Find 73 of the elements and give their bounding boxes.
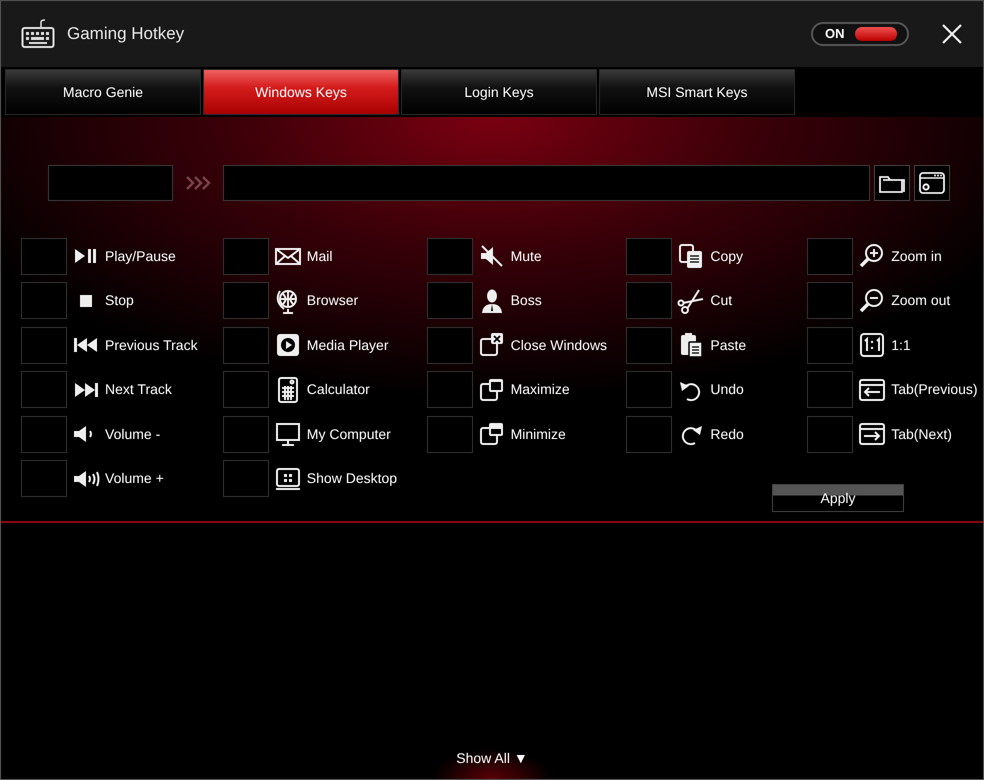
tab[interactable]: Login Keys [401,69,597,115]
key-label: Media Player [306,336,388,355]
tab[interactable]: Windows Keys [203,69,399,115]
key-label: Volume - [105,424,160,444]
key-label: Paste [710,336,746,355]
key-slot[interactable] [626,416,672,453]
key-label: Mail [306,246,332,266]
apply-button[interactable]: Apply [772,484,904,512]
key-label: Maximize [510,380,570,400]
keyboard-icon [21,19,55,49]
key-slot[interactable] [807,238,854,274]
show-all-button[interactable]: Show All ▼ [456,748,528,779]
key-label: Close Windows [510,336,608,355]
key-slot[interactable] [426,326,473,364]
power-toggle[interactable]: ON [811,22,909,46]
key-label: Zoom out [891,291,950,310]
key-slot[interactable] [426,282,473,320]
key-slot[interactable] [21,238,67,274]
scissors-icon [677,286,706,315]
key-slot[interactable] [807,282,854,320]
key-label: Cut [710,291,732,310]
key-label: Browser [306,291,358,310]
window-title: Gaming Hotkey [67,23,184,46]
key-label: Calculator [306,380,370,400]
key-slot[interactable] [222,416,269,453]
folder-button[interactable] [874,165,910,201]
key-slot[interactable] [426,238,473,274]
close-button[interactable] [941,22,963,46]
key-slot[interactable] [21,326,67,364]
key-slot[interactable] [21,460,67,498]
monitor-icon [274,420,302,448]
action-field[interactable] [223,165,870,201]
key-label: Undo [710,380,744,400]
key-label: Copy [710,246,744,266]
hotkey-field[interactable] [48,165,173,201]
key-slot[interactable] [626,282,672,320]
key-slot[interactable] [807,416,854,453]
actual-size-icon [858,331,886,360]
key-slot[interactable] [426,371,473,408]
key-slot[interactable] [626,326,672,364]
key-label: Play/Pause [105,246,176,266]
key-label: Boss [510,291,542,310]
key-slot[interactable] [807,371,854,408]
key-label: Stop [105,291,134,310]
key-slot[interactable] [21,371,67,408]
key-slot[interactable] [21,282,67,320]
key-label: My Computer [306,424,391,444]
key-label: Minimize [510,424,566,444]
key-label: Volume + [105,469,164,488]
key-label: Previous Track [105,336,198,355]
window-settings-button[interactable] [914,165,950,201]
key-slot[interactable] [21,416,67,453]
key-label: Next Track [105,380,172,400]
key-slot[interactable] [222,460,269,498]
tab[interactable]: MSI Smart Keys [599,69,795,115]
window-gear-icon [918,171,946,195]
key-slot[interactable] [626,371,672,408]
key-label: 1:1 [891,336,911,355]
key-label: Tab(Next) [891,424,952,444]
key-slot[interactable] [626,238,672,274]
key-slot[interactable] [222,371,269,408]
key-slot[interactable] [222,282,269,320]
key-label: Zoom in [891,246,942,266]
key-label: Show Desktop [306,469,398,488]
tab[interactable]: Macro Genie [5,69,201,115]
key-label: Mute [510,246,542,266]
key-slot[interactable] [222,238,269,274]
key-label: Redo [710,424,744,444]
key-slot[interactable] [807,326,854,364]
key-slot[interactable] [222,326,269,364]
close-icon [941,22,963,45]
key-slot[interactable] [426,416,473,453]
key-label: Tab(Previous) [891,380,978,400]
